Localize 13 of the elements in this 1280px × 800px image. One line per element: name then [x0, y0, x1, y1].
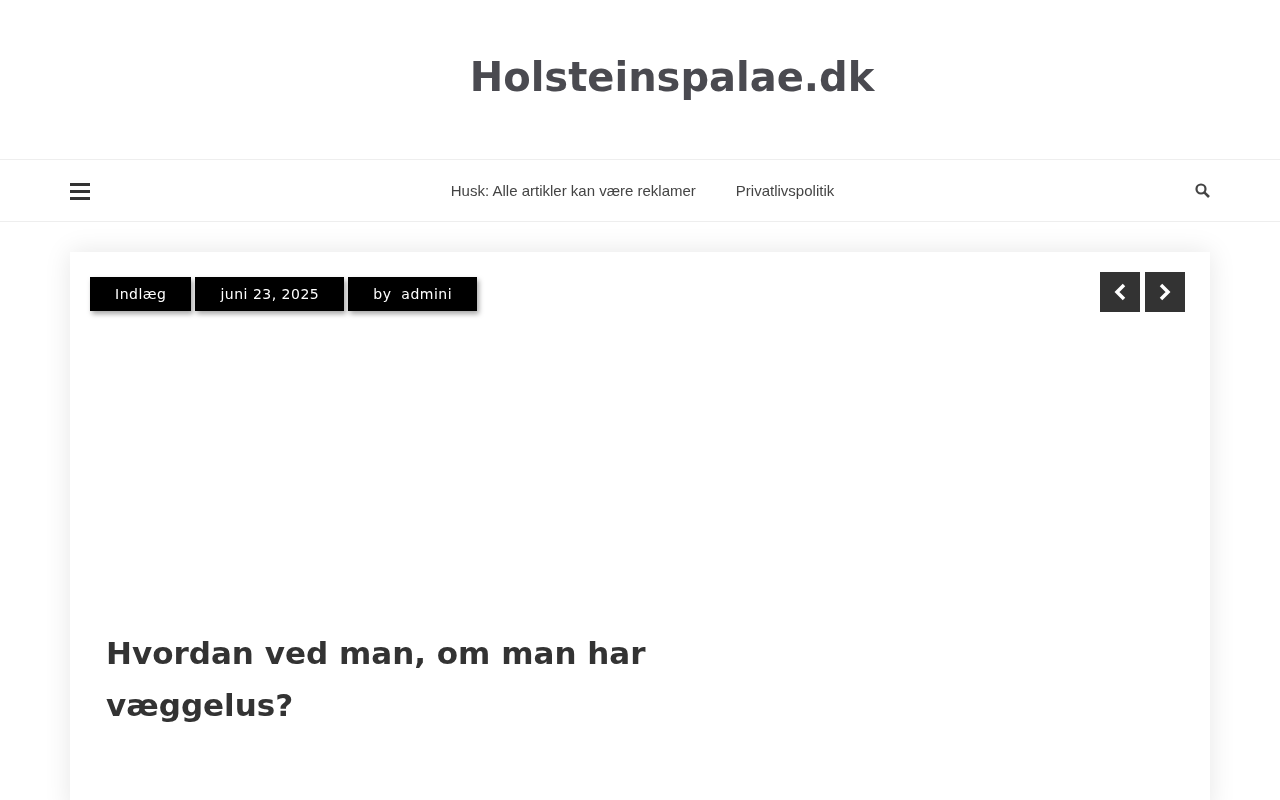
site-title[interactable]: Holsteinspalae.dk — [469, 53, 875, 100]
meta-tag[interactable]: Indlæg — [90, 277, 192, 311]
previous-button[interactable] — [1100, 272, 1140, 312]
post-title: Hvordan ved man, om man har væggelus? — [106, 634, 647, 725]
meta-tag[interactable]: juni 23, 2025 — [195, 277, 345, 311]
nav-link[interactable]: Privatlivspolitik — [735, 182, 835, 199]
chevron-right-icon — [1158, 283, 1172, 301]
search-icon[interactable] — [1195, 183, 1210, 198]
menu-icon[interactable] — [70, 181, 90, 200]
meta-tag[interactable]: by admini — [348, 277, 478, 311]
next-button[interactable] — [1145, 272, 1185, 312]
chevron-left-icon — [1113, 283, 1127, 301]
nav-link[interactable]: Husk: Alle artikler kan være reklamer — [450, 182, 696, 199]
